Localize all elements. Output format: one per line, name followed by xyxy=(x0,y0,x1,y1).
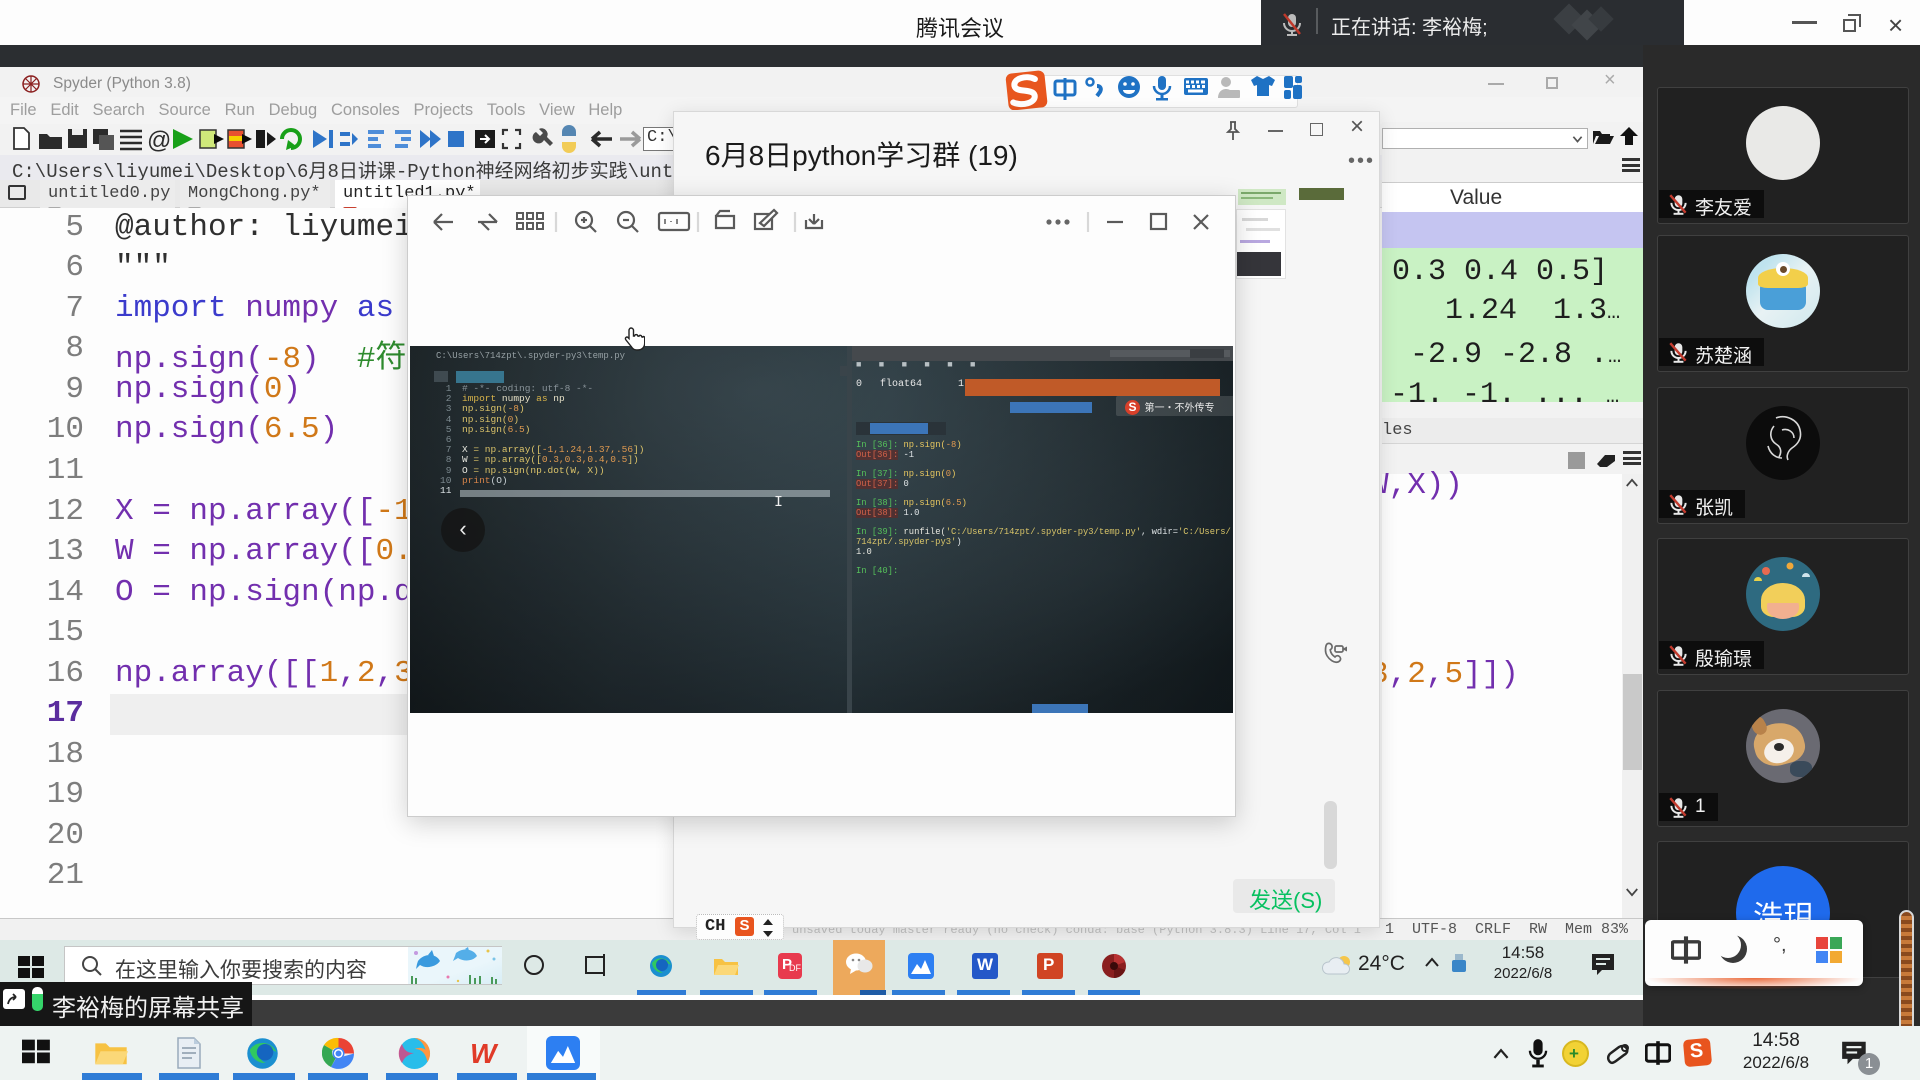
svg-text:@: @ xyxy=(147,127,171,154)
